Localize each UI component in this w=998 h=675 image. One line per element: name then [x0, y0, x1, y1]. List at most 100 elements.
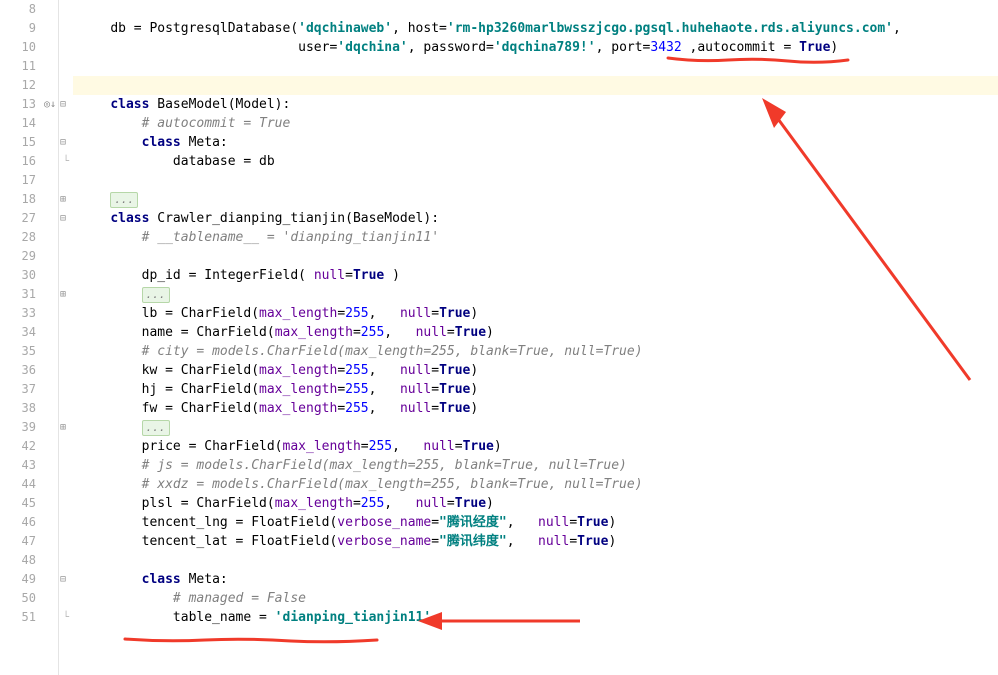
code-line[interactable]: fw = CharField(max_length=255, null=True…: [73, 399, 998, 418]
code-line[interactable]: tencent_lng = FloatField(verbose_name="腾…: [73, 513, 998, 532]
code-token: =: [431, 306, 439, 321]
line-number: 8: [0, 0, 58, 19]
code-token: True: [439, 306, 470, 321]
code-token: Meta:: [189, 572, 228, 587]
line-number: 17: [0, 171, 58, 190]
code-line[interactable]: [73, 171, 998, 190]
code-token: # __tablename__ = 'dianping_tianjin11': [142, 230, 439, 245]
code-line[interactable]: # autocommit = True: [73, 114, 998, 133]
code-token: null: [416, 496, 447, 511]
code-token: ): [384, 268, 400, 283]
code-token: null: [416, 325, 447, 340]
code-token: , port=: [596, 40, 651, 55]
code-token: =: [447, 325, 455, 340]
code-line[interactable]: db = PostgresqlDatabase('dqchinaweb', ho…: [73, 19, 998, 38]
code-line[interactable]: database = db: [73, 152, 998, 171]
code-line[interactable]: ...: [73, 418, 998, 437]
code-line[interactable]: dp_id = IntegerField( null=True ): [73, 266, 998, 285]
code-token: =: [337, 401, 345, 416]
code-line[interactable]: [73, 0, 998, 19]
code-line[interactable]: # city = models.CharField(max_length=255…: [73, 342, 998, 361]
code-token: max_length: [259, 306, 337, 321]
code-line[interactable]: [73, 76, 998, 95]
code-line[interactable]: [73, 57, 998, 76]
fold-collapse-icon[interactable]: ⊟: [60, 570, 66, 589]
code-line[interactable]: # xxdz = models.CharField(max_length=255…: [73, 475, 998, 494]
code-token: =: [431, 515, 439, 530]
fold-expand-icon[interactable]: ⊞: [60, 418, 66, 437]
code-token: 3432: [650, 40, 689, 55]
code-line[interactable]: [73, 551, 998, 570]
code-line[interactable]: kw = CharField(max_length=255, null=True…: [73, 361, 998, 380]
code-token: =: [431, 363, 439, 378]
code-line[interactable]: # __tablename__ = 'dianping_tianjin11': [73, 228, 998, 247]
code-token: null: [400, 382, 431, 397]
code-token: class: [110, 211, 157, 226]
code-token: ...: [142, 420, 170, 436]
code-line[interactable]: plsl = CharField(max_length=255, null=Tr…: [73, 494, 998, 513]
code-line[interactable]: table_name = 'dianping_tianjin11': [73, 608, 998, 627]
code-token: =: [431, 534, 439, 549]
code-token: ,: [369, 306, 400, 321]
fold-collapse-icon[interactable]: ⊟: [60, 209, 66, 228]
code-token: user=: [298, 40, 337, 55]
code-token: 255: [345, 306, 368, 321]
code-token: True: [799, 40, 830, 55]
code-token: =: [337, 382, 345, 397]
line-number: 50: [0, 589, 58, 608]
line-number: 49: [0, 570, 58, 589]
line-number: 36: [0, 361, 58, 380]
code-token: null: [423, 439, 454, 454]
code-line[interactable]: price = CharField(max_length=255, null=T…: [73, 437, 998, 456]
code-token: True: [353, 268, 384, 283]
code-token: verbose_name: [337, 534, 431, 549]
code-token: plsl = CharField(: [142, 496, 275, 511]
fold-collapse-icon[interactable]: ⊟: [60, 95, 66, 114]
code-line[interactable]: tencent_lat = FloatField(verbose_name="腾…: [73, 532, 998, 551]
line-number: 31: [0, 285, 58, 304]
fold-expand-icon[interactable]: ⊞: [60, 285, 66, 304]
code-line[interactable]: class Meta:: [73, 133, 998, 152]
code-token: ): [470, 382, 478, 397]
code-token: ): [470, 401, 478, 416]
code-token: 'rm-hp3260marlbwsszjcgo.pgsql.huhehaote.…: [447, 21, 893, 36]
code-token: ): [486, 325, 494, 340]
fold-expand-icon[interactable]: ⊞: [60, 190, 66, 209]
line-number: 33: [0, 304, 58, 323]
line-number: 37: [0, 380, 58, 399]
code-line[interactable]: lb = CharField(max_length=255, null=True…: [73, 304, 998, 323]
code-token: ,: [507, 515, 538, 530]
code-line[interactable]: hj = CharField(max_length=255, null=True…: [73, 380, 998, 399]
code-token: 255: [345, 382, 368, 397]
line-number: 10: [0, 38, 58, 57]
code-line[interactable]: ...: [73, 285, 998, 304]
fold-column[interactable]: ⊟⊟└⊞⊟⊞⊞⊟└: [59, 0, 73, 675]
code-editor[interactable]: 8910111213◎↓1415161718272829303133343536…: [0, 0, 998, 675]
code-line[interactable]: class Meta:: [73, 570, 998, 589]
code-token: ,: [384, 496, 415, 511]
line-number: 44: [0, 475, 58, 494]
code-token: =: [337, 306, 345, 321]
code-token: =: [447, 496, 455, 511]
code-line[interactable]: class Crawler_dianping_tianjin(BaseModel…: [73, 209, 998, 228]
code-token: ): [470, 363, 478, 378]
fold-collapse-icon[interactable]: ⊟: [60, 133, 66, 152]
code-token: =: [455, 439, 463, 454]
code-token: 'dianping_tianjin11': [275, 610, 432, 625]
code-area[interactable]: db = PostgresqlDatabase('dqchinaweb', ho…: [73, 0, 998, 675]
code-token: ): [494, 439, 502, 454]
code-token: =: [569, 515, 577, 530]
code-line[interactable]: # managed = False: [73, 589, 998, 608]
code-line[interactable]: name = CharField(max_length=255, null=Tr…: [73, 323, 998, 342]
code-line[interactable]: [73, 247, 998, 266]
code-token: table_name =: [173, 610, 275, 625]
line-number: 39: [0, 418, 58, 437]
line-number: 35: [0, 342, 58, 361]
code-line[interactable]: user='dqchina', password='dqchina789!', …: [73, 38, 998, 57]
line-number: 14: [0, 114, 58, 133]
fold-end-icon: └: [63, 152, 69, 171]
code-line[interactable]: class BaseModel(Model):: [73, 95, 998, 114]
code-line[interactable]: ...: [73, 190, 998, 209]
bookmark-icon[interactable]: ◎↓: [44, 95, 56, 114]
code-line[interactable]: # js = models.CharField(max_length=255, …: [73, 456, 998, 475]
